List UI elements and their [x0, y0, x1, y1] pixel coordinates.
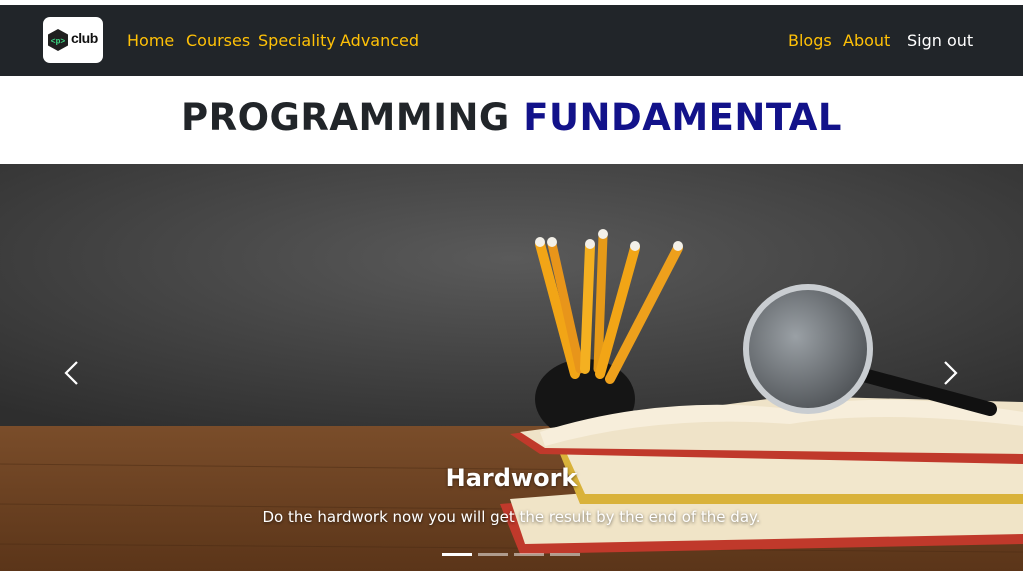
nav-advanced[interactable]: Advanced — [340, 31, 419, 50]
navbar: <p> club Home Courses Speciality Advance… — [0, 5, 1023, 76]
title-part-1: PROGRAMMING — [181, 96, 510, 139]
indicator-3[interactable] — [514, 553, 544, 556]
nav-courses[interactable]: Courses — [186, 31, 250, 50]
indicator-4[interactable] — [550, 553, 580, 556]
logo-text: club — [71, 30, 98, 46]
logo[interactable]: <p> club — [43, 17, 103, 63]
carousel: Hardwork Do the hardwork now you will ge… — [0, 164, 1023, 571]
chevron-left-icon[interactable] — [57, 358, 87, 388]
nav-about[interactable]: About — [843, 31, 890, 50]
signout-button[interactable]: Sign out — [907, 31, 973, 50]
chevron-right-icon[interactable] — [935, 358, 965, 388]
indicator-1[interactable] — [442, 553, 472, 556]
slide-text: Do the hardwork now you will get the res… — [262, 508, 761, 526]
svg-text:<p>: <p> — [51, 38, 66, 47]
nav-blogs[interactable]: Blogs — [788, 31, 832, 50]
indicator-2[interactable] — [478, 553, 508, 556]
nav-speciality[interactable]: Speciality — [258, 31, 336, 50]
page-title: PROGRAMMING FUNDAMENTAL — [0, 96, 1023, 139]
nav-home[interactable]: Home — [127, 31, 174, 50]
slide-title: Hardwork — [445, 464, 578, 492]
logo-hexagon-icon: <p> — [48, 29, 68, 51]
heading-section: PROGRAMMING FUNDAMENTAL — [0, 76, 1023, 164]
title-part-2: FUNDAMENTAL — [523, 96, 842, 139]
